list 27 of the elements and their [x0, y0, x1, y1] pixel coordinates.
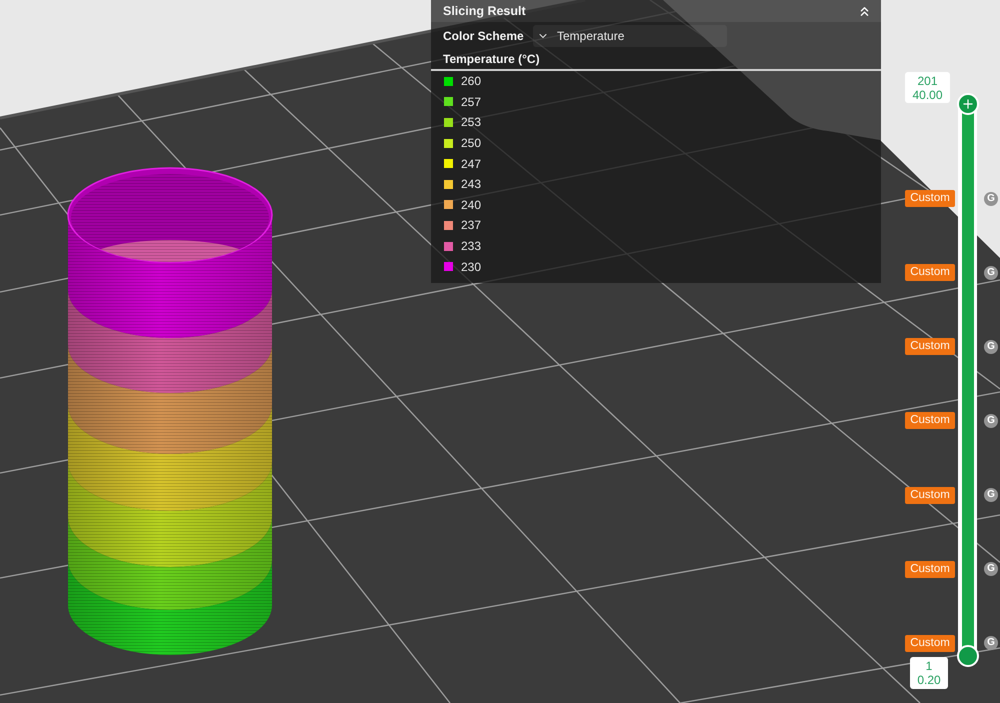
custom-gcode-tag[interactable]: Custom [905, 634, 955, 652]
layer-height: 0.20 [917, 673, 941, 687]
legend-value: 237 [461, 219, 482, 232]
color-scheme-dropdown[interactable]: Temperature [533, 25, 727, 47]
plus-icon [960, 97, 974, 111]
layer-slider[interactable] [958, 95, 977, 665]
legend-value: 253 [461, 116, 482, 128]
custom-gcode-tag[interactable]: Custom [905, 486, 955, 504]
custom-gcode-tag[interactable]: Custom [905, 264, 955, 282]
legend-value: 230 [461, 260, 482, 273]
legend-value: 243 [461, 178, 482, 190]
legend-value: 260 [461, 75, 482, 88]
legend-title: Temperature (°C) [443, 50, 540, 68]
legend-value: 247 [461, 158, 482, 170]
color-scheme-label: Color Scheme [443, 28, 525, 45]
legend-value: 257 [461, 96, 482, 108]
layer-number: 201 [917, 74, 938, 88]
custom-gcode-tag[interactable]: Custom [905, 560, 955, 578]
custom-gcode-tag[interactable]: Custom [905, 338, 955, 356]
layer-height: 40.00 [912, 88, 943, 102]
custom-gcode-tag[interactable]: Custom [905, 190, 955, 207]
legend-value: 233 [461, 240, 482, 252]
custom-gcode-tag[interactable]: Custom [905, 412, 955, 430]
legend-value: 250 [461, 137, 482, 150]
layer-number: 1 [926, 659, 932, 673]
panel-title: Slicing Result [443, 2, 526, 20]
legend-value: 240 [461, 198, 482, 211]
